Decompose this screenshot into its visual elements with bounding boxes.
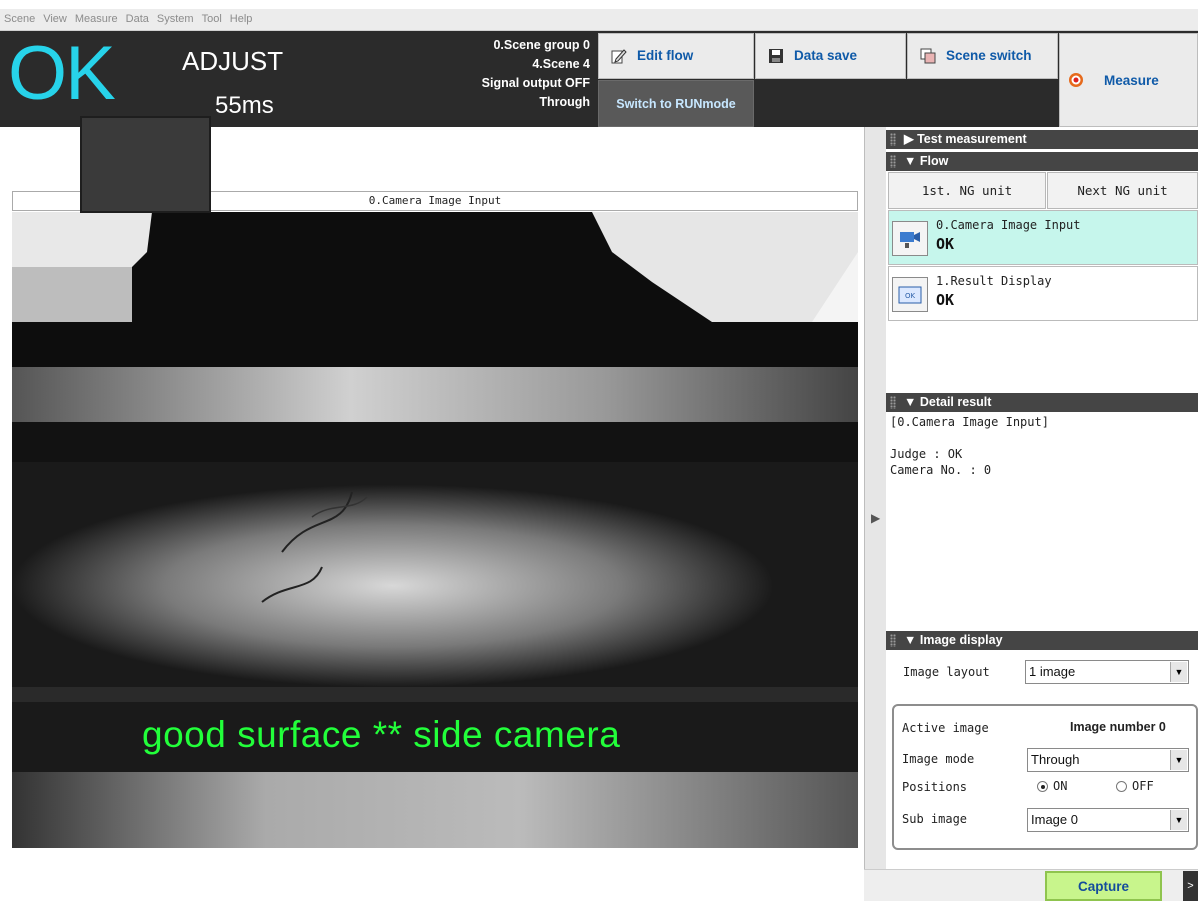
header-filler	[755, 80, 1058, 127]
triangle-down-icon: ▼	[904, 395, 920, 409]
menu-tool[interactable]: Tool	[198, 10, 226, 25]
dropdown-arrow-icon[interactable]: ▼	[1170, 662, 1187, 682]
scene-switch-button[interactable]: Scene switch	[907, 33, 1058, 79]
scene-group-text: 0.Scene group 0	[493, 38, 590, 52]
triangle-down-icon: ▼	[904, 633, 920, 647]
flow-item-name: 1.Result Display	[936, 274, 1052, 288]
detail-line	[890, 430, 1049, 446]
result-display-icon: OK	[892, 277, 928, 312]
sub-image-label: Sub image	[902, 812, 968, 826]
flow-header-label: Flow	[919, 154, 949, 168]
detail-result-header[interactable]: ▼ Detail result	[886, 393, 1198, 412]
positions-off-label: OFF	[1132, 779, 1154, 793]
image-layout-label: Image layout	[903, 665, 990, 679]
triangle-right-icon: ▶	[904, 132, 918, 146]
grip-icon	[890, 155, 896, 168]
test-measurement-header[interactable]: ▶ Test measurement	[886, 130, 1198, 149]
more-arrow-icon[interactable]: >	[1183, 871, 1198, 901]
menu-system[interactable]: System	[153, 10, 198, 25]
test-measurement-label: Test measurement	[917, 132, 1027, 146]
menu-scene[interactable]: Scene	[0, 10, 39, 25]
overall-judge: OK	[8, 31, 116, 116]
dropdown-arrow-icon[interactable]: ▼	[1170, 810, 1187, 830]
data-save-button[interactable]: Data save	[755, 33, 906, 79]
image-mode-select[interactable]: Through ▼	[1027, 748, 1189, 772]
grip-icon	[890, 133, 896, 146]
sub-image-select[interactable]: Image 0 ▼	[1027, 808, 1189, 832]
positions-off-radio[interactable]: OFF	[1116, 779, 1154, 793]
grip-icon	[890, 634, 896, 647]
scene-status: 0.Scene group 0 4.Scene 4 Signal output …	[420, 36, 590, 112]
image-mode-value: Through	[1031, 752, 1080, 767]
detail-result-text: [0.Camera Image Input] Judge : OK Camera N…	[890, 414, 1049, 478]
radio-selected-icon	[1037, 780, 1048, 792]
active-image-label: Active image	[902, 721, 989, 735]
detail-line: Judge : OK	[890, 447, 963, 461]
image-mode-text: Through	[539, 95, 590, 109]
signal-output-text: Signal output OFF	[481, 76, 590, 90]
overlay-box	[80, 116, 211, 213]
image-display-label: Image display	[919, 633, 1003, 647]
camera-input-icon	[892, 221, 928, 256]
menu-view[interactable]: View	[39, 10, 71, 25]
flow-item-result: OK	[936, 235, 955, 253]
flow-item-camera-image-input[interactable]: 0.Camera Image Input OK	[888, 210, 1198, 265]
capture-button[interactable]: Capture	[1045, 871, 1162, 901]
edit-flow-button[interactable]: Edit flow	[598, 33, 754, 79]
image-caption: good surface ** side camera	[142, 714, 621, 755]
positions-on-radio[interactable]: ON	[1037, 779, 1067, 793]
flow-header[interactable]: ▼ Flow	[886, 152, 1198, 171]
image-layout-select[interactable]: 1 image ▼	[1025, 660, 1189, 684]
flow-item-result-display[interactable]: OK 1.Result Display OK	[888, 266, 1198, 321]
expand-arrow-icon[interactable]: ▶	[871, 511, 880, 525]
flow-item-result: OK	[936, 291, 955, 309]
active-image-value: Image number 0	[1070, 720, 1166, 734]
menu-measure[interactable]: Measure	[71, 10, 122, 25]
first-ng-unit-button[interactable]: 1st. NG unit	[888, 172, 1046, 209]
image-display-header[interactable]: ▼ Image display	[886, 631, 1198, 650]
measure-button[interactable]: Measure	[1059, 33, 1198, 127]
dropdown-arrow-icon[interactable]: ▼	[1170, 750, 1187, 770]
edit-icon	[611, 48, 627, 64]
triangle-down-icon: ▼	[904, 154, 920, 168]
detail-line: [0.Camera Image Input]	[890, 415, 1049, 429]
image-layout-value: 1 image	[1029, 664, 1076, 679]
measure-label: Measure	[1104, 72, 1159, 88]
grip-icon	[890, 396, 896, 409]
data-save-label: Data save	[794, 48, 858, 63]
edit-flow-label: Edit flow	[637, 48, 694, 63]
detail-line: Camera No. : 0	[890, 463, 992, 477]
next-ng-unit-button[interactable]: Next NG unit	[1047, 172, 1198, 209]
image-mode-label: Image mode	[902, 752, 975, 766]
svg-text:OK: OK	[905, 292, 916, 300]
target-icon	[1068, 72, 1084, 88]
menu-data[interactable]: Data	[122, 10, 153, 25]
processing-time: 55ms	[215, 92, 274, 119]
panel-splitter[interactable]: ▶	[864, 127, 886, 869]
menu-help[interactable]: Help	[226, 10, 257, 25]
radio-unselected-icon	[1116, 780, 1127, 792]
scene-switch-icon	[920, 48, 936, 64]
menu-bar: Scene View Measure Data System Tool Help	[0, 9, 1198, 31]
switch-runmode-button[interactable]: Switch to RUNmode	[598, 80, 754, 127]
scene-switch-label: Scene switch	[946, 48, 1032, 63]
positions-label: Positions	[902, 780, 968, 794]
scene-text: 4.Scene 4	[532, 57, 590, 71]
detail-result-label: Detail result	[919, 395, 992, 409]
flow-item-name: 0.Camera Image Input	[936, 218, 1081, 232]
save-icon	[768, 48, 784, 64]
mode-label: ADJUST	[182, 46, 284, 76]
sub-image-value: Image 0	[1031, 812, 1078, 827]
positions-on-label: ON	[1053, 779, 1068, 793]
